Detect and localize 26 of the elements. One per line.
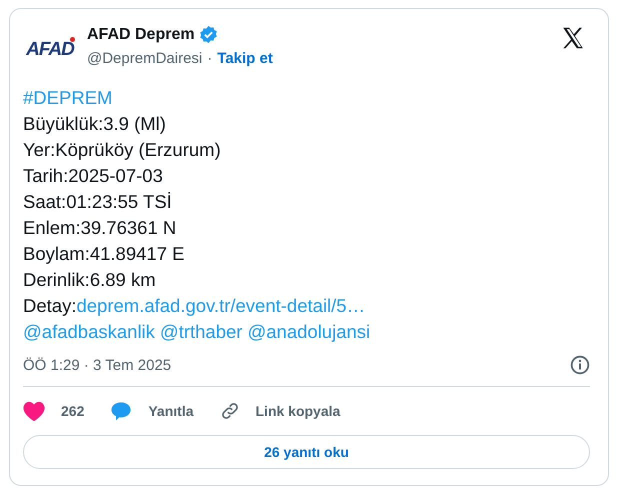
tweet-text: Saat:01:23:55 TSİ (23, 190, 172, 214)
link[interactable]: @afadbaskanlik (23, 319, 155, 345)
timestamp[interactable]: ÖÖ 1:29 · 3 Tem 2025 (23, 356, 172, 374)
like-button[interactable]: 262 (23, 397, 84, 425)
link-icon (220, 401, 240, 421)
link[interactable]: @trthaber (160, 319, 242, 345)
tweet-text: Büyüklük:3.9 (Ml) (23, 112, 166, 136)
tweet-text: Yer:Köprüköy (Erzurum) (23, 138, 221, 162)
follow-link[interactable]: Takip et (217, 50, 273, 67)
tweet-text: Boylam:41.89417 E (23, 242, 184, 266)
author-handle: @DepremDairesi (87, 50, 202, 67)
tweet-text: Derinlik:6.89 km (23, 268, 156, 292)
logo: AFAD (24, 36, 76, 62)
link[interactable]: @anadolujansi (247, 319, 370, 345)
tweet-text: Enlem:39.76361 N (23, 216, 176, 240)
copy-link-button[interactable]: Link kopyala (220, 397, 340, 425)
tweet-text: Detay: (23, 294, 76, 318)
reply-button[interactable]: Yanıtla (110, 397, 194, 425)
separator: · (207, 50, 212, 67)
info-icon[interactable] (570, 355, 590, 375)
tweet-text: Tarih:2025-07-03 (23, 164, 163, 188)
author-name[interactable]: AFAD Deprem (87, 26, 195, 44)
link[interactable]: deprem.afad.gov.tr/event-detail/5… (76, 293, 366, 319)
speech-bubble-icon (110, 401, 132, 421)
read-replies-button[interactable]: 26 yanıtı oku (23, 435, 590, 469)
link[interactable]: #DEPREM (23, 85, 112, 111)
